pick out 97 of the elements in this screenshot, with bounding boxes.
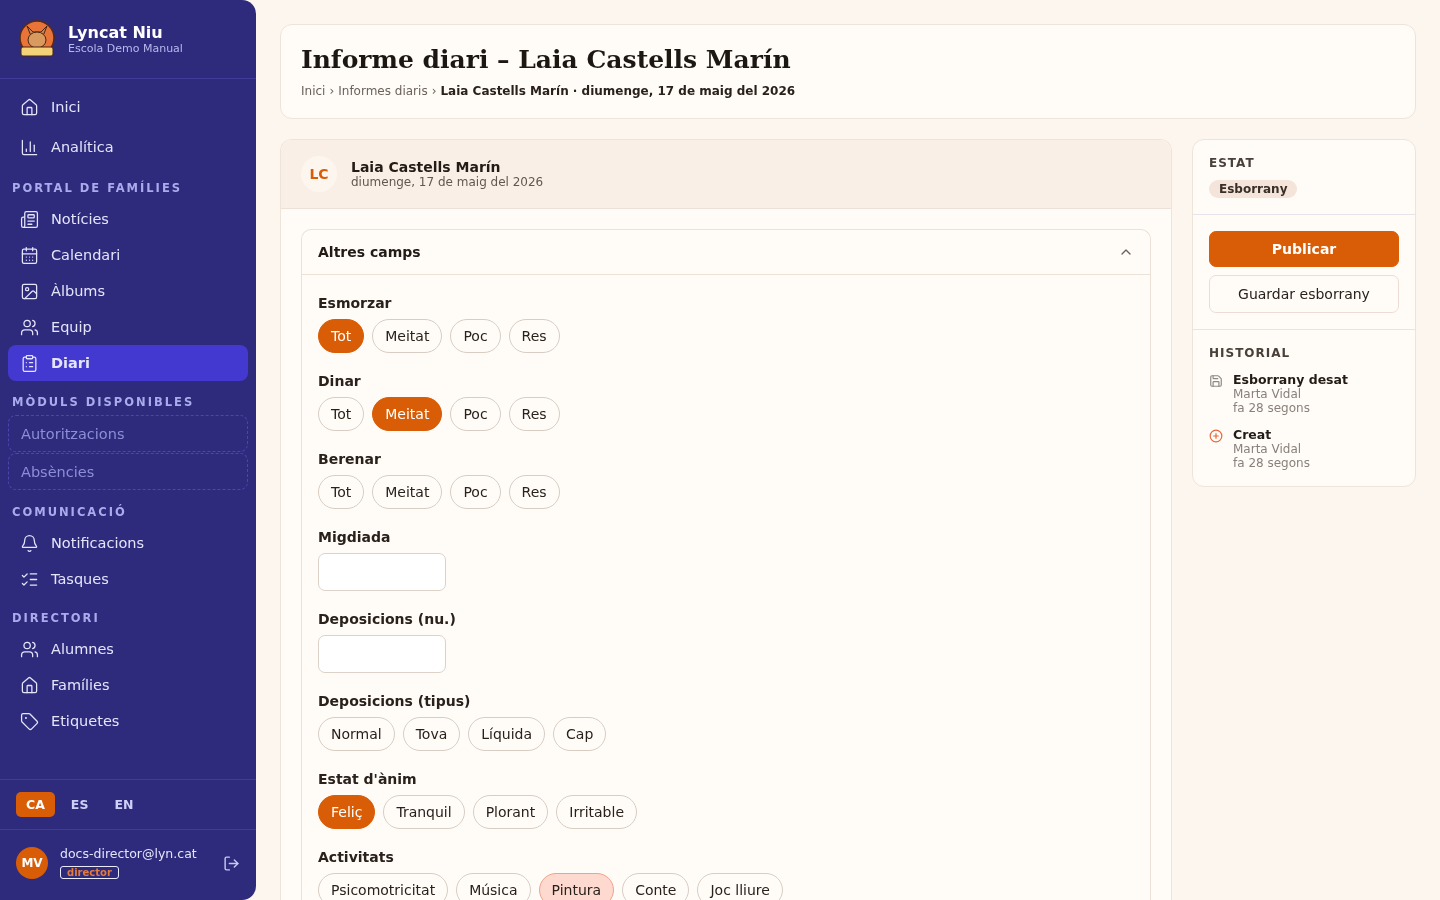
option-chip[interactable]: Meitat	[372, 475, 443, 509]
language-button[interactable]: ES	[60, 792, 99, 817]
nav-item[interactable]: Alumnes	[8, 631, 248, 667]
nav-item[interactable]: Famílies	[8, 667, 248, 703]
report-date: diumenge, 17 de maig del 2026	[351, 175, 544, 189]
option-chip[interactable]: Plorant	[472, 795, 549, 829]
user-email: docs-director@lyn.cat	[60, 846, 198, 861]
breadcrumb-link[interactable]: Informes diaris	[338, 84, 428, 98]
option-chip[interactable]: Líquida	[468, 717, 546, 751]
option-chip[interactable]: Joc lliure	[697, 873, 783, 900]
breadcrumb-separator: ›	[329, 84, 335, 98]
option-chip[interactable]: Res	[508, 319, 560, 353]
input-field[interactable]	[318, 553, 446, 591]
option-chip[interactable]: Poc	[450, 319, 501, 353]
nav-item[interactable]: Tasques	[8, 561, 248, 597]
history-time: fa 28 segons	[1233, 401, 1311, 415]
nav-item[interactable]: Inici	[8, 87, 248, 127]
history-time: fa 28 segons	[1233, 456, 1310, 470]
option-chip[interactable]: Música	[456, 873, 531, 900]
option-chip[interactable]: Meitat	[372, 397, 443, 431]
clipboard-icon	[20, 353, 39, 373]
input-field[interactable]	[318, 635, 446, 673]
option-chip[interactable]: Tot	[318, 397, 365, 431]
option-chip[interactable]: Pintura	[538, 873, 615, 900]
history-author: Marta Vidal	[1233, 387, 1303, 401]
nav-item[interactable]: Etiquetes	[8, 703, 248, 739]
nav-item[interactable]: Equip	[8, 309, 248, 345]
nav-item[interactable]: Analítica	[8, 127, 248, 167]
field-label: Esmorzar	[318, 295, 393, 311]
save-icon	[1209, 374, 1223, 388]
school-name: Escola Demo Manual	[68, 42, 183, 55]
user-avatar: MV	[16, 847, 48, 879]
section-title: PORTAL DE FAMÍLIES	[11, 179, 184, 197]
status-title: ESTAT	[1209, 156, 1256, 170]
student-name: Laia Castells Marín	[351, 159, 502, 175]
field-label: Deposicions (nu.)	[318, 611, 457, 627]
nav-item[interactable]: Notícies	[8, 201, 248, 237]
role-badge: director	[60, 866, 119, 879]
tag-icon	[20, 711, 39, 731]
history-title: HISTORIAL	[1209, 346, 1292, 360]
logout-icon[interactable]	[223, 854, 240, 872]
option-chip[interactable]: Irritable	[556, 795, 637, 829]
section-title: MÒDULS DISPONIBLES	[11, 393, 196, 411]
home-icon	[20, 97, 39, 117]
nav-item[interactable]: Diari	[8, 345, 248, 381]
people-icon	[20, 317, 39, 337]
option-chip[interactable]: Poc	[450, 397, 501, 431]
plus-circle-icon	[1209, 429, 1223, 443]
module-item[interactable]: Autoritzacions	[8, 415, 248, 452]
page-title: Informe diari – Laia Castells Marín	[301, 45, 792, 74]
language-button[interactable]: EN	[104, 792, 144, 817]
people-icon	[20, 639, 39, 659]
breadcrumb-current: Laia Castells Marín · diumenge, 17 de maig del 2026	[440, 84, 796, 98]
section-title: COMUNICACIÓ	[11, 503, 128, 521]
section-title: DIRECTORI	[11, 610, 101, 627]
student-avatar: LC	[301, 156, 337, 192]
house-icon	[20, 675, 39, 695]
option-chip[interactable]: Tot	[318, 475, 365, 509]
option-chip[interactable]: Normal	[318, 717, 395, 751]
history-action: Creat	[1233, 427, 1273, 442]
nav-item[interactable]: Calendari	[8, 237, 248, 273]
option-chip[interactable]: Res	[508, 397, 560, 431]
section-header[interactable]: Altres camps	[302, 230, 1150, 275]
breadcrumb-link[interactable]: Inici	[301, 84, 326, 98]
history-author: Marta Vidal	[1233, 442, 1303, 456]
field-label: Berenar	[318, 451, 382, 467]
status-badge: Esborrany	[1209, 180, 1298, 198]
option-chip[interactable]: Cap	[553, 717, 607, 751]
save-draft-button[interactable]: Guardar esborrany	[1209, 275, 1399, 313]
bell-icon	[20, 533, 39, 553]
option-chip[interactable]: Res	[508, 475, 560, 509]
option-chip[interactable]: Tot	[318, 319, 365, 353]
nav-item[interactable]: Notificacions	[8, 525, 248, 561]
option-chip[interactable]: Conte	[622, 873, 690, 900]
calendar-icon	[20, 245, 39, 265]
option-chip[interactable]: Tova	[402, 717, 461, 751]
nav-item[interactable]: Àlbums	[8, 273, 248, 309]
image-icon	[20, 281, 39, 301]
option-chip[interactable]: Poc	[450, 475, 501, 509]
newspaper-icon	[20, 209, 39, 229]
publish-button[interactable]: Publicar	[1209, 231, 1399, 267]
bar-chart-icon	[20, 137, 39, 157]
option-chip[interactable]: Tranquil	[383, 795, 465, 829]
option-chip[interactable]: Psicomotricitat	[318, 873, 449, 900]
module-item[interactable]: Absències	[8, 453, 248, 490]
breadcrumb-separator: ›	[431, 84, 437, 98]
field-label: Estat d'ànim	[318, 771, 418, 787]
history-action: Esborrany desat	[1233, 372, 1348, 387]
option-chip[interactable]: Meitat	[372, 319, 443, 353]
brand-name: Lyncat Niu	[68, 23, 164, 42]
option-chip[interactable]: Feliç	[318, 795, 376, 829]
field-label: Dinar	[318, 373, 362, 389]
field-label: Activitats	[318, 849, 395, 865]
language-button[interactable]: CA	[16, 792, 55, 817]
field-label: Deposicions (tipus)	[318, 693, 472, 709]
logo-icon	[16, 18, 58, 60]
field-label: Migdiada	[318, 529, 392, 545]
